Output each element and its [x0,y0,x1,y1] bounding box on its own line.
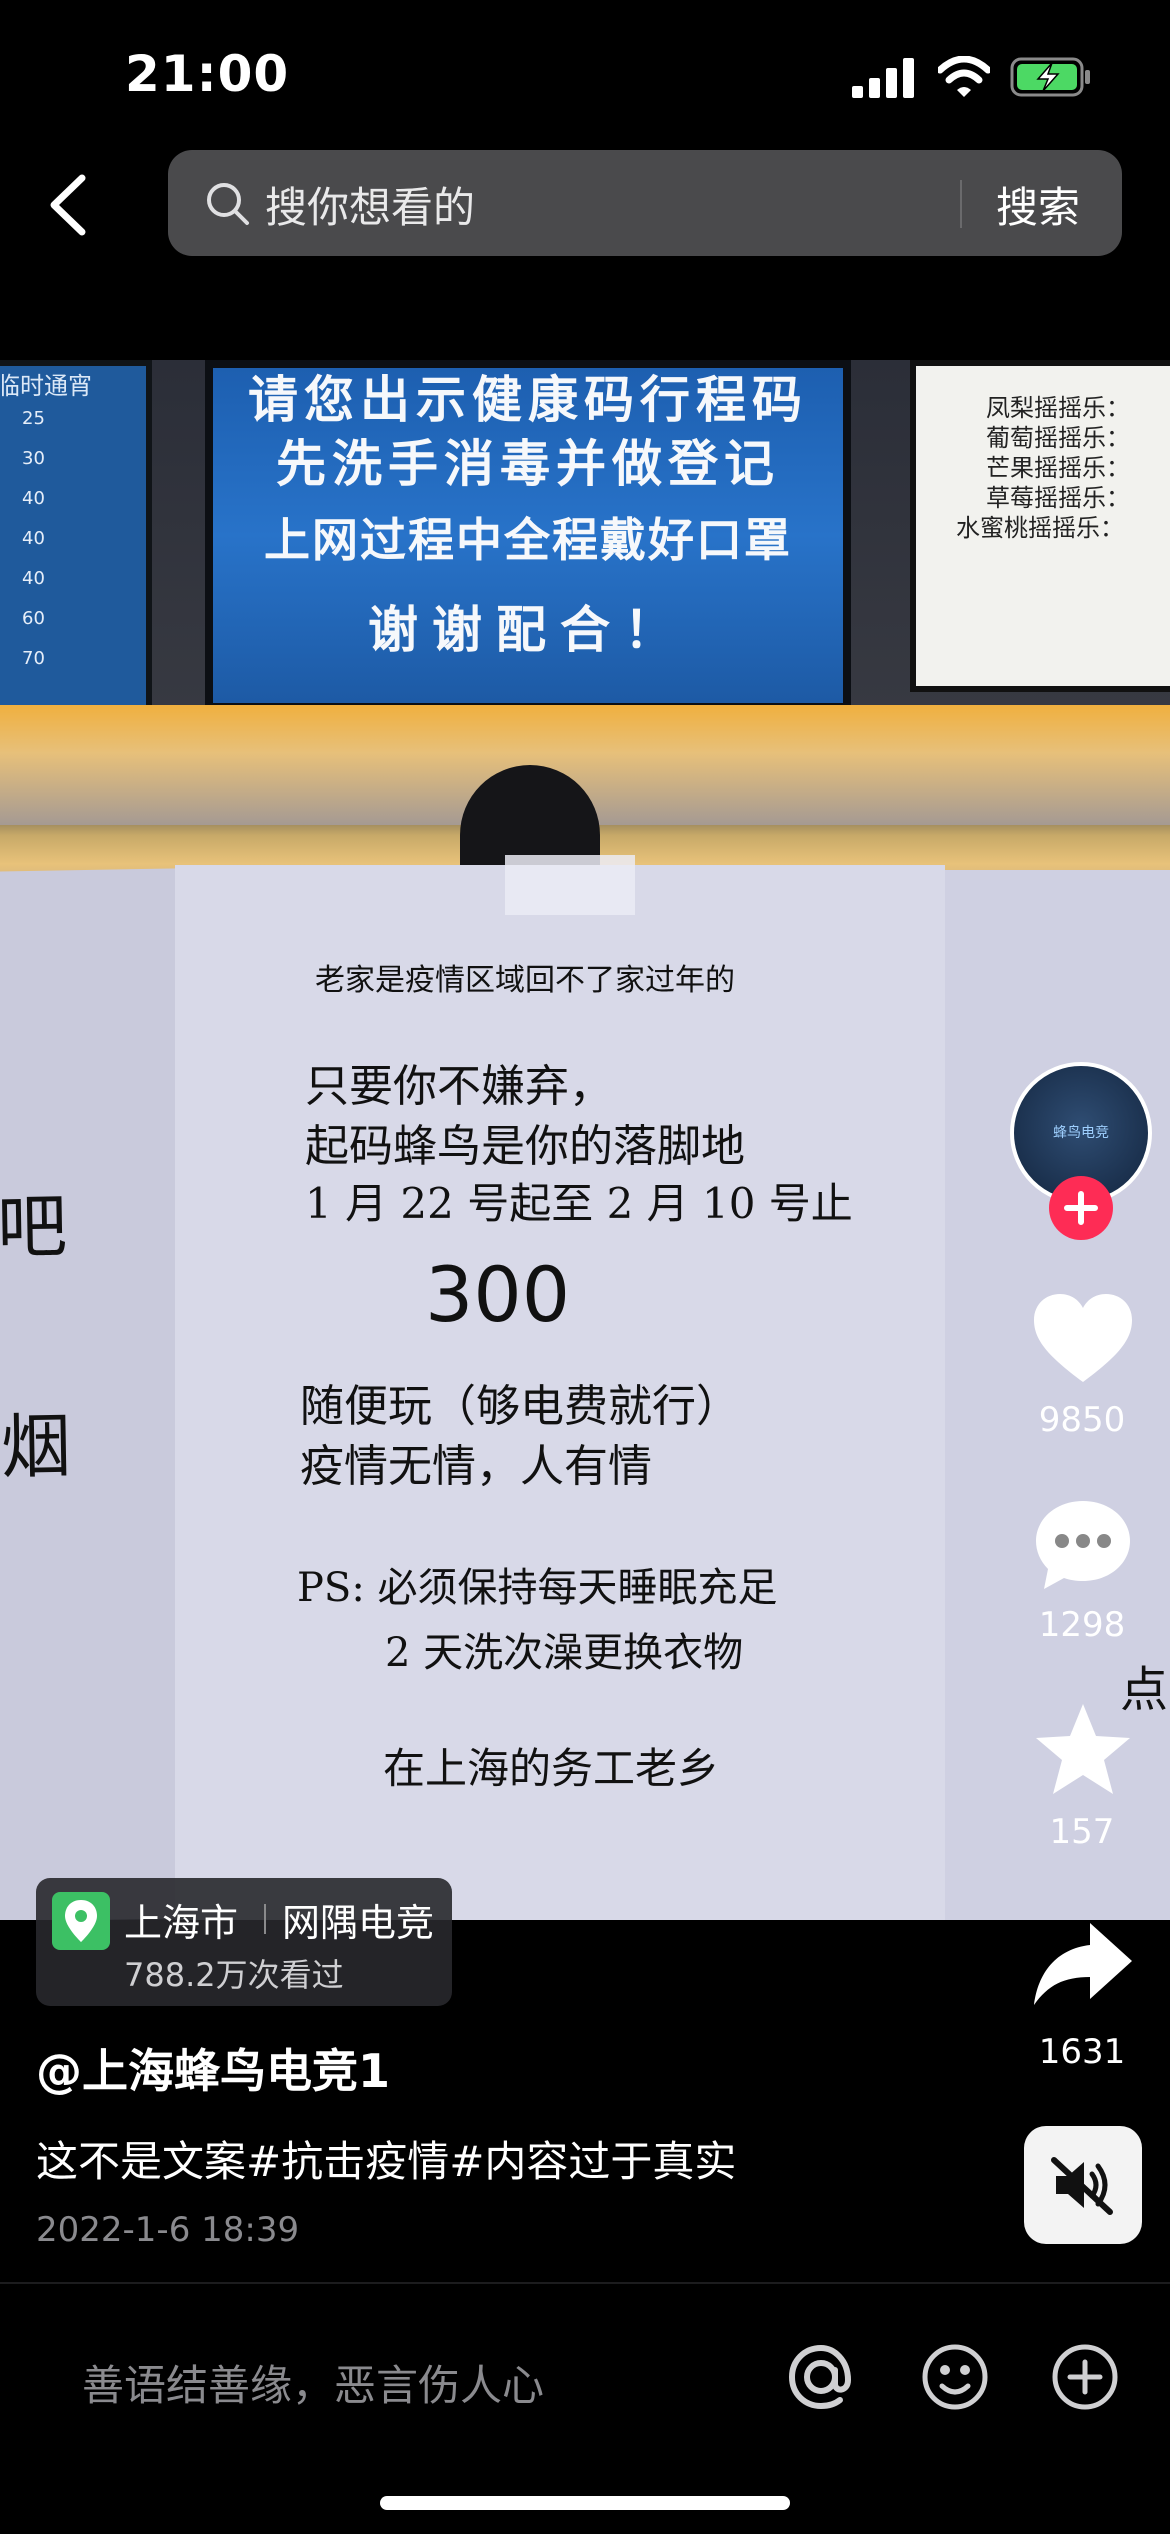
paper-line: 1 月 22 号起至 2 月 10 号止 [305,1179,853,1228]
add-icon[interactable] [1048,2340,1122,2414]
screen-left-value: 25 [22,408,45,429]
paper-left-char: 吧 [0,1185,68,1269]
share-icon[interactable] [1028,1915,1138,2015]
notice-line: 先洗手消毒并做登记 [276,435,780,493]
paper-header: 老家是疫情区域回不了家过年的 [315,963,735,998]
video-player[interactable]: 临时通宵 25 30 40 40 40 60 70 请您出示健康码行程码 先洗手… [0,360,1170,1920]
screen-left-value: 70 [22,648,45,669]
paper-line: 只要你不嫌弃， [305,1061,613,1112]
paper-ps: 2 天洗次澡更换衣物 [385,1630,744,1676]
avatar-label: 蜂鸟电竞 [1053,1125,1109,1141]
status-time: 21:00 [125,45,290,103]
mute-button[interactable] [1024,2126,1142,2244]
screen-left-value: 60 [22,608,45,629]
follow-button[interactable] [1049,1176,1113,1240]
notice-line: 请您出示健康码行程码 [248,371,808,429]
screen-left-value: 30 [22,448,45,469]
wifi-icon [938,56,990,97]
location-card[interactable]: 上海市 网隅电竞 788.2万次看过 [36,1878,452,2006]
menu-screen-right: 凤梨摇摇乐： 葡萄摇摇乐： 芒果摇摇乐： 草莓摇摇乐： 水蜜桃摇摇乐： [910,360,1170,692]
paper-line: 起码蜂鸟是你的落脚地 [305,1121,745,1172]
post-caption[interactable]: 这不是文案#抗击疫情#内容过于真实 [36,2128,736,2189]
like-count: 9850 [1038,1400,1126,1440]
notice-line: 上网过程中全程戴好口罩 [264,513,792,567]
comment-icon[interactable] [1028,1495,1138,1595]
author-name[interactable]: @上海蜂鸟电竞1 [36,2035,390,2101]
paper-line: 随便玩（够电费就行） [300,1381,740,1432]
emoji-icon[interactable] [918,2340,992,2414]
screen-left-value: 40 [22,568,45,589]
location-place: 网隅电竞 [282,1901,435,1945]
post-datetime: 2022-1-6 18:39 [36,2210,300,2250]
search-button[interactable]: 搜索 [996,174,1080,235]
location-city: 上海市 [124,1901,239,1945]
speaker-muted-icon [1051,2157,1113,2215]
price-screen-left: 临时通宵 25 30 40 40 40 60 70 [0,360,152,712]
star-icon[interactable] [1028,1700,1138,1800]
menu-line: 水蜜桃摇摇乐： [956,514,1124,542]
screen-left-value: 40 [22,488,45,509]
back-icon[interactable] [40,170,100,240]
heart-icon[interactable] [1028,1290,1138,1390]
screen-left-label: 临时通宵 [0,372,92,400]
paper-line: 疫情无情，人有情 [300,1441,652,1492]
mention-icon[interactable] [784,2340,858,2414]
battery-charging-icon [1010,57,1090,97]
notice-screen: 请您出示健康码行程码 先洗手消毒并做登记 上网过程中全程戴好口罩 谢谢配合！ [205,360,851,711]
location-divider [264,1904,266,1934]
search-divider [960,180,962,228]
tape [505,855,635,915]
home-indicator[interactable] [380,2496,790,2510]
search-bar[interactable]: 搜你想看的 搜索 [168,150,1122,256]
plus-icon [1064,1191,1098,1225]
comment-input[interactable]: 善语结善缘，恶言伤人心 [82,2352,544,2413]
search-input[interactable]: 搜你想看的 [265,174,475,235]
cellular-signal-icon [852,58,914,98]
notice-paper: 老家是疫情区域回不了家过年的 只要你不嫌弃， 起码蜂鸟是你的落脚地 1 月 22… [175,865,945,1920]
screen-left-value: 40 [22,528,45,549]
search-icon [207,183,249,225]
location-pin-icon [52,1892,110,1950]
favorite-count: 157 [1049,1812,1115,1852]
paper-price: 300 [425,1250,571,1339]
location-views: 788.2万次看过 [124,1956,344,1994]
paper-left-char: 烟 [0,1405,72,1489]
notice-line: 谢谢配合！ [368,601,688,659]
share-count: 1631 [1038,2032,1126,2072]
paper-signature: 在上海的务工老乡 [383,1744,720,1793]
comment-count: 1298 [1038,1605,1126,1645]
paper-ps: PS: 必须保持每天睡眠充足 [297,1565,778,1611]
comment-bar: 善语结善缘，恶言伤人心 [0,2282,1170,2534]
